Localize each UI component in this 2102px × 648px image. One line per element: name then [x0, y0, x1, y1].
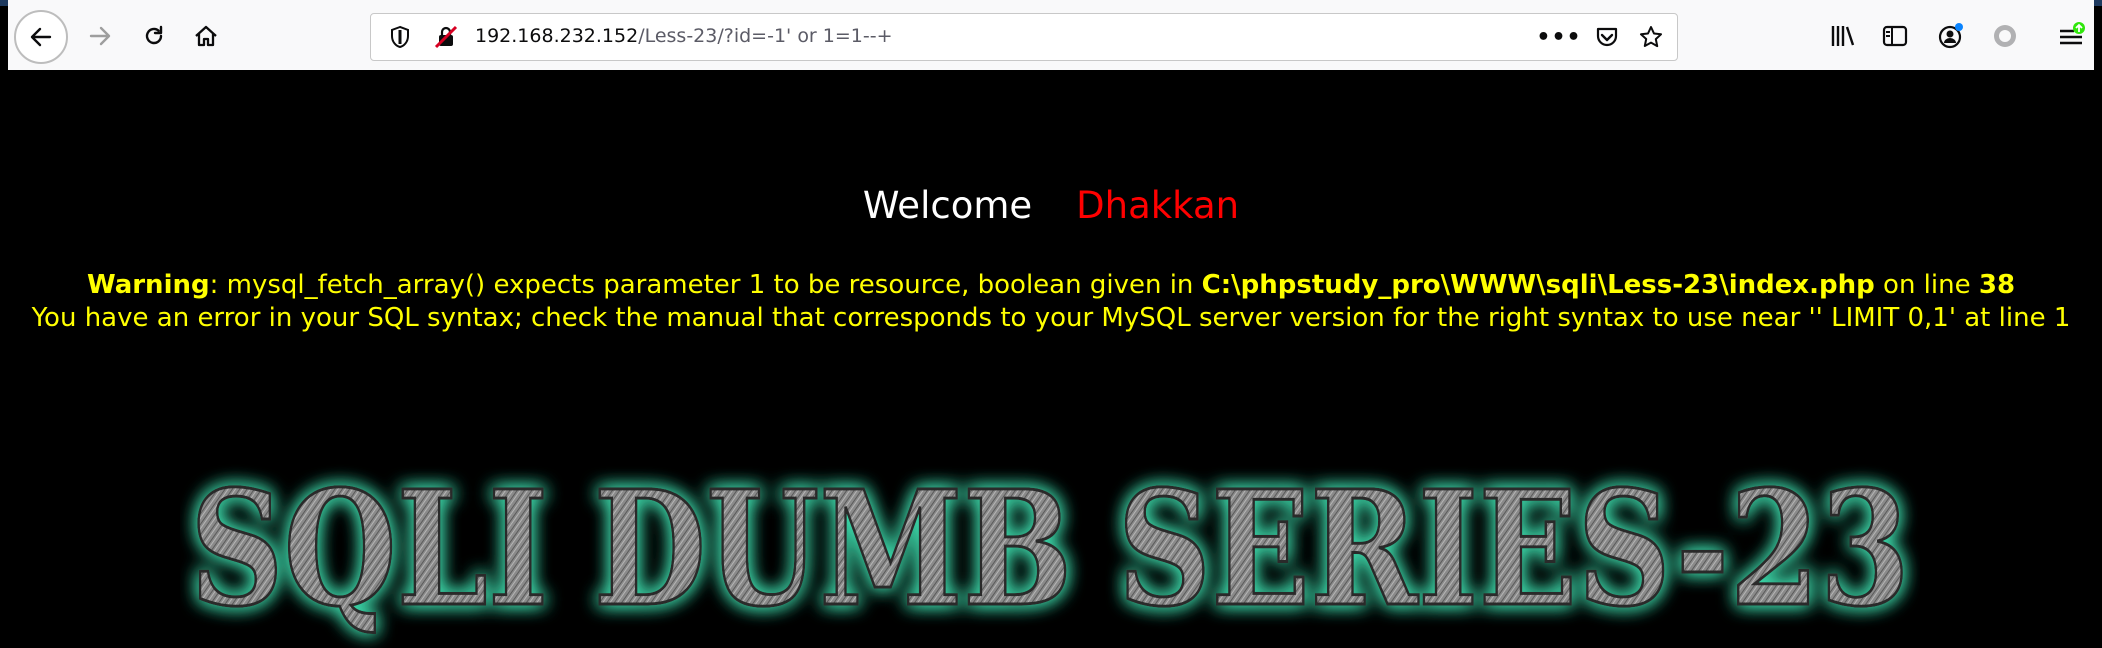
more-icon[interactable]: ••• — [1536, 24, 1580, 50]
url-text[interactable]: 192.168.232.152/Less-23/?id=-1' or 1=1--… — [475, 25, 893, 47]
shield-icon[interactable] — [389, 25, 411, 49]
url-host: 192.168.232.152 — [475, 25, 639, 47]
url-path: /Less-23/?id=-1' or 1=1--+ — [638, 25, 893, 47]
browser-toolbar: 192.168.232.152/Less-23/?id=-1' or 1=1--… — [8, 0, 2094, 70]
insecure-connection-icon[interactable] — [433, 24, 459, 50]
warning-text: : mysql_fetch_array() expects parameter … — [209, 270, 1202, 300]
forward-arrow-icon — [89, 26, 111, 46]
home-icon — [195, 25, 217, 47]
php-warning: Warning: mysql_fetch_array() expects par… — [0, 269, 2102, 335]
banner-text: SQLI DUMB SERIES-23 — [190, 457, 1910, 642]
reload-icon — [145, 25, 163, 45]
forward-button[interactable] — [78, 14, 122, 58]
warning-file: C:\phpstudy_pro\WWW\sqli\Less-23\index.p… — [1201, 270, 1875, 300]
welcome-line: Welcome Dhakkan — [0, 184, 2102, 227]
page-content: Welcome Dhakkan Warning: mysql_fetch_arra… — [0, 70, 2102, 644]
sidebar-icon[interactable] — [1880, 22, 1910, 50]
warning-line: Warning: mysql_fetch_array() expects par… — [0, 269, 2102, 302]
home-button[interactable] — [184, 14, 228, 58]
account-icon[interactable] — [1936, 22, 1966, 50]
library-icon[interactable] — [1828, 22, 1858, 50]
pocket-icon[interactable] — [1593, 24, 1621, 50]
welcome-name: Dhakkan — [1076, 184, 1240, 227]
url-bar[interactable]: 192.168.232.152/Less-23/?id=-1' or 1=1--… — [370, 13, 1678, 61]
warning-text-line: on line — [1874, 270, 1979, 300]
series-banner: SQLI DUMB SERIES-23 — [189, 456, 1912, 644]
warning-label: Warning — [86, 270, 210, 300]
star-icon[interactable] — [1637, 24, 1665, 50]
sql-error: You have an error in your SQL syntax; ch… — [31, 303, 2071, 333]
reload-button[interactable] — [132, 14, 176, 58]
warning-line-number: 38 — [1978, 270, 2016, 300]
back-arrow-icon — [30, 27, 52, 47]
back-button[interactable] — [14, 10, 68, 64]
welcome-label: Welcome — [862, 184, 1033, 227]
sync-icon[interactable] — [1990, 22, 2020, 50]
menu-icon[interactable] — [2056, 22, 2086, 50]
